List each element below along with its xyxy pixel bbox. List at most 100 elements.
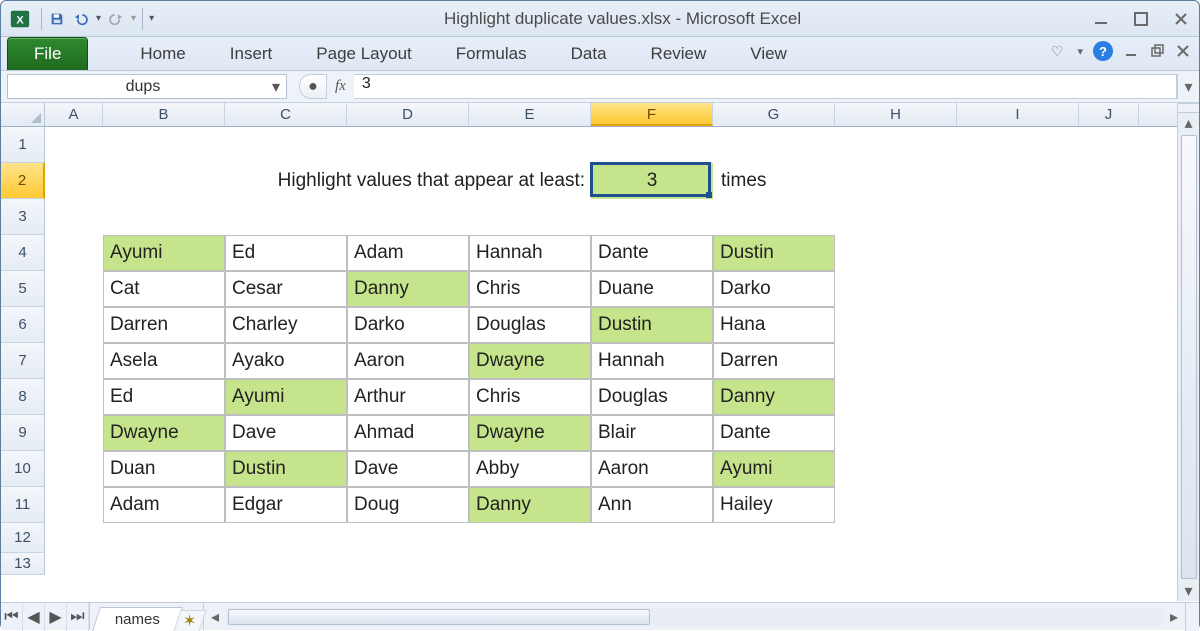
cell-C10[interactable]: Dustin (225, 451, 347, 487)
column-header-E[interactable]: E (469, 103, 591, 126)
cell-F5[interactable]: Duane (591, 271, 713, 307)
cell-E11[interactable]: Danny (469, 487, 591, 523)
row-header-8[interactable]: 8 (1, 379, 45, 415)
cell-B5[interactable]: Cat (103, 271, 225, 307)
favorites-icon[interactable]: ♡ (1051, 43, 1064, 60)
cell-G12[interactable] (713, 523, 835, 553)
cell-F8[interactable]: Douglas (591, 379, 713, 415)
cell-H3[interactable] (835, 199, 957, 235)
cell-H12[interactable] (835, 523, 957, 553)
row-header-3[interactable]: 3 (1, 199, 45, 235)
cell-J2[interactable] (1079, 163, 1139, 199)
cell-F1[interactable] (591, 127, 713, 163)
cell-F11[interactable]: Ann (591, 487, 713, 523)
cell-A2[interactable] (45, 163, 103, 199)
tab-review[interactable]: Review (629, 38, 729, 70)
cell-G8[interactable]: Danny (713, 379, 835, 415)
cell-C11[interactable]: Edgar (225, 487, 347, 523)
cell-B11[interactable]: Adam (103, 487, 225, 523)
cell-A4[interactable] (45, 235, 103, 271)
cell-E4[interactable]: Hannah (469, 235, 591, 271)
cell-C1[interactable] (225, 127, 347, 163)
first-sheet-button[interactable]: ⏮ (1, 603, 23, 631)
cell-J7[interactable] (1079, 343, 1139, 379)
cell-B8[interactable]: Ed (103, 379, 225, 415)
cell-G9[interactable]: Dante (713, 415, 835, 451)
cell-C3[interactable] (225, 199, 347, 235)
cell-B12[interactable] (103, 523, 225, 553)
column-header-A[interactable]: A (45, 103, 103, 126)
cell-G4[interactable]: Dustin (713, 235, 835, 271)
cell-D5[interactable]: Danny (347, 271, 469, 307)
tab-insert[interactable]: Insert (208, 38, 295, 70)
cell-C13[interactable] (225, 553, 347, 575)
cell-I1[interactable] (957, 127, 1079, 163)
cell-E10[interactable]: Abby (469, 451, 591, 487)
row-header-5[interactable]: 5 (1, 271, 45, 307)
cell-D11[interactable]: Doug (347, 487, 469, 523)
column-header-H[interactable]: H (835, 103, 957, 126)
name-box-dropdown-icon[interactable]: ▾ (272, 77, 280, 97)
name-box[interactable]: dups ▾ (7, 74, 287, 99)
cell-I2[interactable] (957, 163, 1079, 199)
cell-I10[interactable] (957, 451, 1079, 487)
row-header-11[interactable]: 11 (1, 487, 45, 523)
row-header-9[interactable]: 9 (1, 415, 45, 451)
column-header-B[interactable]: B (103, 103, 225, 126)
cell-A3[interactable] (45, 199, 103, 235)
cell-H6[interactable] (835, 307, 957, 343)
cell-A12[interactable] (45, 523, 103, 553)
cell-B9[interactable]: Dwayne (103, 415, 225, 451)
sheet-tab-names[interactable]: names (92, 607, 183, 631)
cell-J10[interactable] (1079, 451, 1139, 487)
minimize-button[interactable] (1091, 11, 1111, 27)
help-button[interactable]: ? (1093, 41, 1113, 61)
next-sheet-button[interactable]: ▶ (45, 603, 67, 631)
vertical-scroll-thumb[interactable] (1181, 135, 1197, 579)
column-header-G[interactable]: G (713, 103, 835, 126)
cell-D3[interactable] (347, 199, 469, 235)
cell-B4[interactable]: Ayumi (103, 235, 225, 271)
cell-B13[interactable] (103, 553, 225, 575)
tab-data[interactable]: Data (549, 38, 629, 70)
cell-J12[interactable] (1079, 523, 1139, 553)
cell-C9[interactable]: Dave (225, 415, 347, 451)
maximize-button[interactable] (1131, 11, 1151, 27)
cell-H4[interactable] (835, 235, 957, 271)
cell-F13[interactable] (591, 553, 713, 575)
cell-I4[interactable] (957, 235, 1079, 271)
cell-G3[interactable] (713, 199, 835, 235)
redo-button[interactable] (107, 10, 125, 28)
cell-C5[interactable]: Cesar (225, 271, 347, 307)
cell-F9[interactable]: Blair (591, 415, 713, 451)
tab-home[interactable]: Home (118, 38, 207, 70)
cell-G7[interactable]: Darren (713, 343, 835, 379)
close-button[interactable] (1171, 11, 1191, 27)
save-button[interactable] (48, 10, 66, 28)
row-header-2[interactable]: 2 (1, 163, 45, 199)
column-header-I[interactable]: I (957, 103, 1079, 126)
scroll-right-button[interactable]: ▸ (1163, 603, 1185, 631)
row-header-1[interactable]: 1 (1, 127, 45, 163)
cell-J6[interactable] (1079, 307, 1139, 343)
cell-D9[interactable]: Ahmad (347, 415, 469, 451)
cell-A1[interactable] (45, 127, 103, 163)
cell-E1[interactable] (469, 127, 591, 163)
cell-H13[interactable] (835, 553, 957, 575)
cell-D1[interactable] (347, 127, 469, 163)
cell-C6[interactable]: Charley (225, 307, 347, 343)
cell-D10[interactable]: Dave (347, 451, 469, 487)
cell-F7[interactable]: Hannah (591, 343, 713, 379)
cell-J13[interactable] (1079, 553, 1139, 575)
cell-B7[interactable]: Asela (103, 343, 225, 379)
row-header-6[interactable]: 6 (1, 307, 45, 343)
cell-E5[interactable]: Chris (469, 271, 591, 307)
cell-I13[interactable] (957, 553, 1079, 575)
tab-formulas[interactable]: Formulas (434, 38, 549, 70)
cell-I12[interactable] (957, 523, 1079, 553)
horizontal-scroll-thumb[interactable] (228, 609, 650, 625)
cell-D13[interactable] (347, 553, 469, 575)
cell-A10[interactable] (45, 451, 103, 487)
cell-A13[interactable] (45, 553, 103, 575)
cell-A9[interactable] (45, 415, 103, 451)
